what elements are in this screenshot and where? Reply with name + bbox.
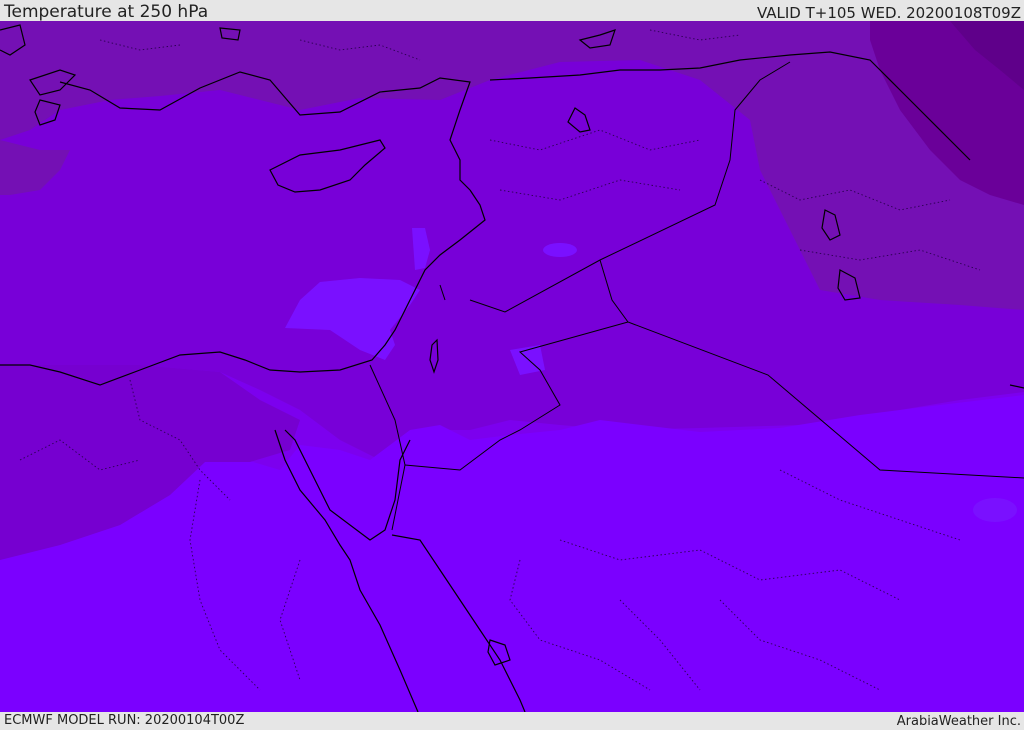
map-title: Temperature at 250 hPa: [4, 2, 209, 22]
map-canvas: [0, 21, 1024, 712]
model-run-label: ECMWF MODEL RUN: 20200104T00Z: [4, 713, 245, 728]
warm-patch-syria: [543, 243, 577, 257]
header-bar: Temperature at 250 hPa VALID T+105 WED. …: [0, 0, 1024, 22]
warm-patch-gulf: [973, 498, 1017, 522]
valid-time-label: VALID T+105 WED. 20200108T09Z: [756, 4, 1021, 22]
footer-bar: ECMWF MODEL RUN: 20200104T00Z ArabiaWeat…: [0, 712, 1024, 729]
credit-label: ArabiaWeather Inc.: [896, 714, 1021, 729]
weather-map[interactable]: [0, 21, 1024, 712]
